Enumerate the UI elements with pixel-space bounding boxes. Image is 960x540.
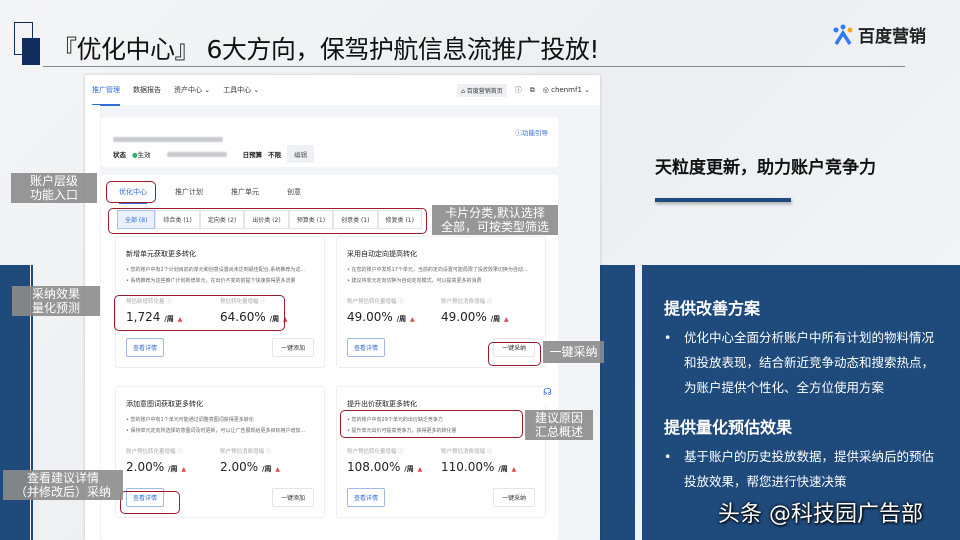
card-title: 新增单元获取更多转化 <box>126 250 196 258</box>
card-bullet: • 保持单元定向所选择的意图词及时更新，可以让广告展现给更多目标用户增加... <box>126 428 306 434</box>
nav-item[interactable]: 工具中心 ⌄ <box>223 85 259 95</box>
trend-up-icon: ▲ <box>503 316 509 323</box>
tab-unit[interactable]: 推广单元 <box>231 187 259 204</box>
metric: 账户预估消费增幅 ⓘ 110.00% /周 ▲ <box>441 449 517 474</box>
edit-button[interactable]: 编辑 <box>287 145 315 163</box>
section-bullet: 基于账户的历史投放数据，提供采纳后的预估投放效果，帮您进行快速决策 <box>684 449 935 489</box>
card-title: 提升出价获取更多转化 <box>347 400 417 408</box>
help-icon[interactable]: ⓘ <box>177 449 183 455</box>
highlight-detail <box>120 491 180 514</box>
user-menu[interactable]: ◎ chenmf1 ⌄ <box>543 86 590 94</box>
apply-button[interactable]: 一键添加 <box>271 338 314 357</box>
section-title: 提供改善方案 <box>664 299 761 318</box>
metric-unit: /周 <box>261 465 272 473</box>
trend-up-icon: ▲ <box>511 466 517 473</box>
status-label: 状态 <box>113 151 126 159</box>
card-title: 采用自动定向提高转化 <box>347 250 417 258</box>
trend-up-icon: ▲ <box>409 316 415 323</box>
section-title: 提供量化预估效果 <box>664 418 793 437</box>
metric-value: 2.00% <box>126 460 165 474</box>
metric: 账户预估转化量增幅 ⓘ 2.00% /周 ▲ <box>126 449 186 474</box>
help-icon[interactable]: ⓘ <box>398 449 404 455</box>
heading-underline <box>655 198 791 202</box>
view-details-button[interactable]: 查看详情 <box>347 488 386 507</box>
account-name-blurred <box>113 137 223 142</box>
metric-unit: /周 <box>167 465 178 473</box>
metric-value: 49.00% <box>441 310 487 324</box>
nav-item[interactable]: 推广管理 <box>92 75 120 106</box>
suggestion-card: 提升出价获取更多转化 • 您的账户中有29个单元的出价缺乏竞争力 • 提升单元出… <box>336 386 546 518</box>
trend-up-icon: ▲ <box>417 466 423 473</box>
metric-unit: /周 <box>404 465 414 473</box>
metric: 账户预估消费增幅 ⓘ 49.00% /周 ▲ <box>441 299 509 324</box>
trend-up-icon: ▲ <box>275 466 280 473</box>
logo-text: 百度营销 <box>858 27 926 47</box>
card-bullet: • 系统推荐为这些推广计划新增单元，在出价不变的前提下快速获得更多流量 <box>126 278 296 284</box>
tab-campaign[interactable]: 推广计划 <box>175 187 203 204</box>
nav-item[interactable]: 数据报告 <box>133 85 161 95</box>
budget-label: 日预算 <box>242 151 263 159</box>
help-icon[interactable]: ⓘ <box>515 85 522 95</box>
account-card: 状态 ●生效 日预算 不限 编辑 ⓘ功能引导 <box>101 117 558 167</box>
highlight-adopt <box>488 342 541 366</box>
annotation-reason: 建议原因 汇总概述 <box>525 410 593 440</box>
card-bullet: • 您的账户中有2个计划目前的单元和创意设置尚未达到最佳配合,系统推荐为这... <box>126 267 306 273</box>
metric-value: 108.00% <box>347 460 401 474</box>
help-icon[interactable]: ⓘ <box>487 299 493 305</box>
section-bullet: 优化中心全面分析账户中所有计划的物料情况和投放表现，结合新近竞争动态和搜索热点，… <box>684 330 935 395</box>
highlight-reason <box>340 410 523 438</box>
card-title: 添加意图词获取更多转化 <box>126 400 203 408</box>
status-badge: ●生效 <box>132 151 151 159</box>
highlight-filter <box>108 208 427 234</box>
budget-value: 不限 <box>268 151 282 159</box>
metric: 账户预估消费增幅 ⓘ 2.00% /周 ▲ <box>220 449 280 474</box>
highlight-tab <box>106 181 156 203</box>
help-icon[interactable]: ⓘ <box>487 449 493 455</box>
annotation-adopt: 一键采纳 <box>543 341 604 363</box>
baidu-paw-icon <box>833 24 853 45</box>
home-button[interactable]: ⌂ 百度营销首页 <box>457 83 507 97</box>
metric: 账户预估转化量增幅 ⓘ 108.00% /周 ▲ <box>347 449 423 474</box>
metric-value: 110.00% <box>441 460 495 474</box>
title-decoration <box>22 38 40 65</box>
trend-up-icon: ▲ <box>181 466 186 473</box>
blurred-field <box>166 151 227 157</box>
annotation-forecast: 采纳效果 量化预测 <box>12 286 100 316</box>
metric: 账户预估转化量增幅 ⓘ 49.00% /周 ▲ <box>347 299 415 324</box>
middle-band <box>600 265 635 540</box>
metric-unit: /周 <box>490 315 501 323</box>
message-icon[interactable]: ⧉ <box>530 86 535 95</box>
nav-item[interactable]: 资产中心 ⌄ <box>174 85 210 95</box>
card-bullet: • 在您的账户中发现17个单元，当前的定向设置可能局限了投放效果切换为自动... <box>347 267 528 273</box>
metric-value: 49.00% <box>347 310 393 324</box>
headset-icon[interactable]: ☊ <box>540 387 555 405</box>
annotation-detail: 查看建议详情 （并修改后）采纳 <box>3 470 123 500</box>
apply-button[interactable]: 一键采纳 <box>492 488 535 507</box>
highlight-metrics <box>114 295 285 331</box>
apply-button[interactable]: 一键添加 <box>271 488 314 507</box>
right-heading: 天粒度更新，助力账户竞争力 <box>655 158 876 178</box>
metric-unit: /周 <box>498 465 508 473</box>
guide-link[interactable]: ⓘ功能引导 <box>516 127 549 137</box>
help-icon[interactable]: ⓘ <box>398 299 404 305</box>
card-bullet: • 建议将单元定向切换为自动定向模式，可以提高更多的消费 <box>347 278 482 284</box>
tab-creative[interactable]: 创意 <box>287 187 301 204</box>
annotation-entry: 账户层级 功能入口 <box>11 173 97 203</box>
top-nav: 推广管理 数据报告 资产中心 ⌄ 工具中心 ⌄ ⌂ 百度营销首页 ⓘ ⧉ ◎ c… <box>85 75 600 106</box>
card-bullet: • 您的账户中有1个单元可能通过调整意图词获得更多转化 <box>126 417 254 423</box>
baidu-logo: 百度营销 <box>832 22 926 47</box>
view-details-button[interactable]: 查看详情 <box>126 338 165 357</box>
metric-value: 2.00% <box>220 460 259 474</box>
metric-unit: /周 <box>396 315 407 323</box>
title-divider <box>43 66 905 67</box>
slide-title: 『优化中心』 6大方向，保驾护航信息流推广投放! <box>52 35 599 64</box>
view-details-button[interactable]: 查看详情 <box>347 338 386 357</box>
help-icon[interactable]: ⓘ <box>266 449 272 455</box>
annotation-filter: 卡片分类,默认选择 全部，可按类型筛选 <box>432 205 558 235</box>
watermark: 头条 @科技园广告部 <box>718 502 923 527</box>
